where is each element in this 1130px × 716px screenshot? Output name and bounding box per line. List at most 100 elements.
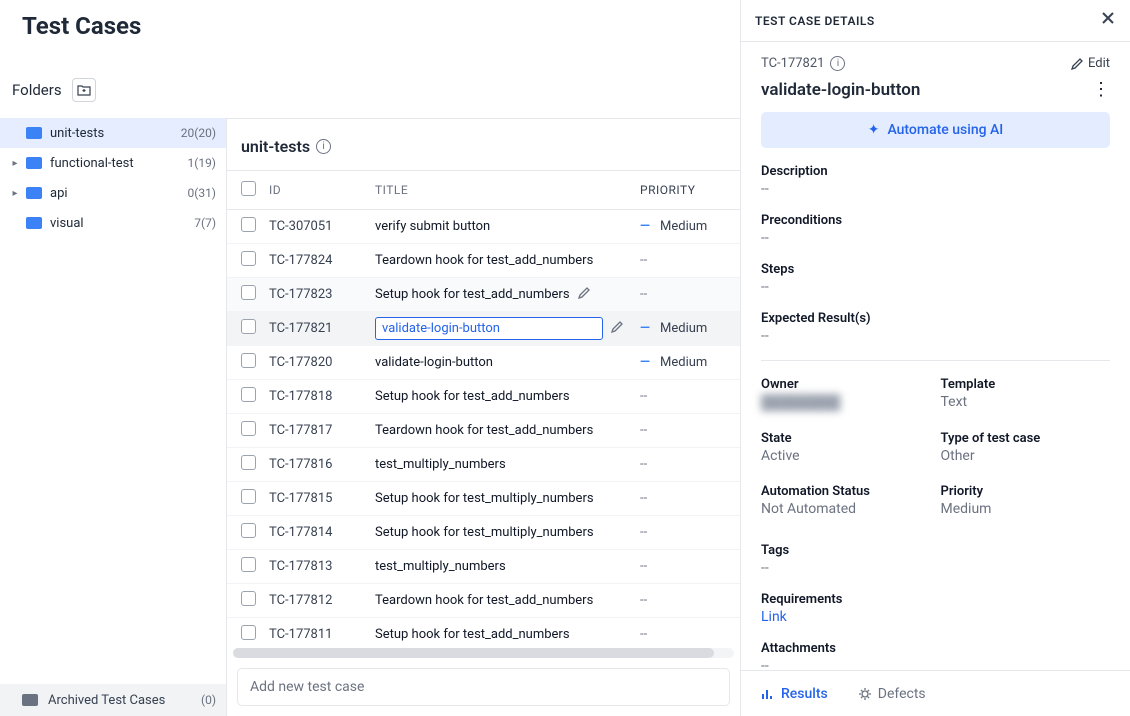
select-all-checkbox[interactable]: [241, 181, 256, 196]
archived-test-cases[interactable]: Archived Test Cases (0): [0, 684, 226, 716]
row-checkbox[interactable]: [241, 523, 256, 538]
page-title: Test Cases: [22, 12, 141, 40]
description-value: --: [761, 181, 1110, 197]
row-priority: --: [640, 253, 647, 268]
folder-count: 7(7): [194, 216, 216, 230]
table-row[interactable]: TC-177817Teardown hook for test_add_numb…: [227, 414, 740, 448]
tags-value: --: [761, 560, 1110, 576]
pencil-icon[interactable]: [611, 320, 624, 337]
row-id: TC-177813: [269, 559, 375, 574]
owner-label: Owner: [761, 377, 931, 392]
row-title: Setup hook for test_multiply_numbers: [375, 525, 594, 540]
folder-name: api: [50, 186, 187, 201]
row-title: test_multiply_numbers: [375, 457, 506, 472]
row-checkbox[interactable]: [241, 353, 256, 368]
tags-label: Tags: [761, 543, 1110, 558]
sparkle-icon: ✦: [868, 122, 880, 138]
test-case-title: validate-login-button: [761, 80, 1092, 100]
table-row[interactable]: TC-177824Teardown hook for test_add_numb…: [227, 244, 740, 278]
table-row[interactable]: TC-307051verify submit button—Medium: [227, 210, 740, 244]
row-id: TC-177824: [269, 253, 375, 268]
column-title: TITLE: [375, 183, 640, 197]
table-row[interactable]: TC-177814Setup hook for test_multiply_nu…: [227, 516, 740, 550]
row-id: TC-177818: [269, 389, 375, 404]
folder-icon: [26, 187, 42, 199]
row-priority: Medium: [660, 219, 707, 234]
title-edit-input[interactable]: [375, 317, 603, 340]
sidebar-folder-functional-test[interactable]: ▸functional-test1(19): [0, 148, 226, 178]
row-priority: --: [640, 559, 647, 574]
table-row[interactable]: TC-177820validate-login-button—Medium: [227, 346, 740, 380]
pencil-icon[interactable]: [578, 286, 591, 303]
pencil-icon: [1071, 57, 1084, 70]
row-checkbox[interactable]: [241, 489, 256, 504]
row-priority: --: [640, 627, 647, 642]
tab-results[interactable]: Results: [761, 686, 828, 702]
more-options-button[interactable]: ⋮: [1092, 79, 1110, 100]
gear-icon: [858, 687, 872, 701]
row-checkbox[interactable]: [241, 319, 256, 334]
add-test-case-input[interactable]: Add new test case: [237, 668, 730, 706]
row-id: TC-177812: [269, 593, 375, 608]
requirements-label: Requirements: [761, 592, 1110, 607]
row-id: TC-177820: [269, 355, 375, 370]
row-title: validate-login-button: [375, 355, 493, 370]
row-priority: --: [640, 389, 647, 404]
expected-label: Expected Result(s): [761, 311, 1110, 326]
type-value: Other: [941, 448, 1111, 464]
add-folder-button[interactable]: [72, 78, 96, 102]
row-title: Teardown hook for test_add_numbers: [375, 593, 593, 608]
tab-defects[interactable]: Defects: [858, 686, 926, 702]
table-row[interactable]: TC-177813test_multiply_numbers --: [227, 550, 740, 584]
row-priority: --: [640, 593, 647, 608]
owner-value: ████████: [761, 394, 931, 411]
table-row[interactable]: TC-177812Teardown hook for test_add_numb…: [227, 584, 740, 618]
close-button[interactable]: [1100, 10, 1116, 31]
details-header: TEST CASE DETAILS: [755, 14, 1100, 28]
main-panel: unit-tests i ID TITLE PRIORITY TC-307051…: [226, 118, 740, 716]
sidebar-folder-unit-tests[interactable]: ▸unit-tests20(20): [0, 118, 226, 148]
steps-label: Steps: [761, 262, 1110, 277]
row-checkbox[interactable]: [241, 625, 256, 640]
folder-name: functional-test: [50, 156, 187, 171]
table-row[interactable]: TC-177821—Medium: [227, 312, 740, 346]
attachments-label: Attachments: [761, 641, 1110, 656]
row-title: test_multiply_numbers: [375, 559, 506, 574]
row-checkbox[interactable]: [241, 591, 256, 606]
row-checkbox[interactable]: [241, 421, 256, 436]
row-checkbox[interactable]: [241, 251, 256, 266]
horizontal-scrollbar[interactable]: [233, 648, 734, 658]
info-icon[interactable]: i: [316, 139, 331, 154]
sidebar-folder-visual[interactable]: ▸visual7(7): [0, 208, 226, 238]
table-row[interactable]: TC-177816test_multiply_numbers --: [227, 448, 740, 482]
requirements-link[interactable]: Link: [761, 609, 1110, 625]
table-row[interactable]: TC-177818Setup hook for test_add_numbers…: [227, 380, 740, 414]
description-label: Description: [761, 164, 1110, 179]
row-title: Setup hook for test_add_numbers: [375, 389, 570, 404]
info-icon[interactable]: i: [830, 56, 845, 71]
row-priority: --: [640, 457, 647, 472]
expected-value: --: [761, 328, 1110, 344]
row-id: TC-177816: [269, 457, 375, 472]
chevron-right-icon[interactable]: ▸: [8, 158, 22, 169]
automate-ai-button[interactable]: ✦ Automate using AI: [761, 112, 1110, 148]
folder-name: unit-tests: [50, 126, 181, 141]
table-row[interactable]: TC-177811Setup hook for test_add_numbers…: [227, 618, 740, 644]
row-checkbox[interactable]: [241, 557, 256, 572]
row-id: TC-177821: [269, 321, 375, 336]
row-checkbox[interactable]: [241, 285, 256, 300]
attachments-value: --: [761, 658, 1110, 670]
chevron-right-icon[interactable]: ▸: [8, 188, 22, 199]
table-row[interactable]: TC-177823Setup hook for test_add_numbers…: [227, 278, 740, 312]
sidebar-folder-api[interactable]: ▸api0(31): [0, 178, 226, 208]
row-checkbox[interactable]: [241, 217, 256, 232]
table-row[interactable]: TC-177815Setup hook for test_multiply_nu…: [227, 482, 740, 516]
folder-plus-icon: [77, 84, 91, 96]
row-title: Teardown hook for test_add_numbers: [375, 253, 593, 268]
row-checkbox[interactable]: [241, 455, 256, 470]
edit-button[interactable]: Edit: [1071, 56, 1110, 71]
chart-icon: [761, 687, 775, 701]
row-checkbox[interactable]: [241, 387, 256, 402]
archived-label: Archived Test Cases: [48, 693, 165, 708]
row-id: TC-177811: [269, 627, 375, 642]
